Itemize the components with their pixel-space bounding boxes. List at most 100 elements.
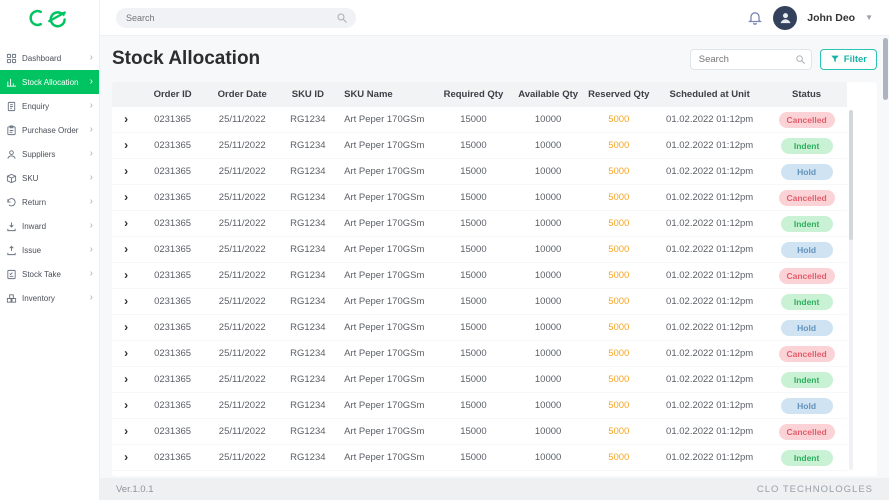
sku-name-cell: Art Peper 170GSm	[336, 392, 436, 419]
row-expand-icon[interactable]: ›	[124, 451, 128, 463]
available-qty-cell: 10000	[511, 262, 585, 289]
company-name: CLO TECHNOLOGLES	[756, 483, 873, 495]
row-expand-icon[interactable]: ›	[124, 373, 128, 385]
row-expand-icon[interactable]: ›	[124, 165, 128, 177]
order-id-cell: 0231365	[140, 184, 205, 211]
dashboard-icon	[6, 52, 18, 64]
required-qty-cell: 15000	[435, 262, 512, 289]
order-id-cell: 0231365	[140, 340, 205, 367]
row-expand-icon[interactable]: ›	[124, 113, 128, 125]
order-date-cell: 25/11/2022	[204, 210, 280, 237]
sidebar-item-stock-allocation[interactable]: Stock Allocation ›	[0, 70, 99, 94]
scheduled-at-unit-cell: 01.02.2022 01:12pm	[653, 288, 767, 315]
order-date-cell: 25/11/2022	[204, 444, 280, 471]
table-scrollbar[interactable]	[849, 110, 853, 470]
status-badge: Hold	[780, 397, 833, 414]
chevron-right-icon: ›	[89, 76, 93, 87]
filter-button-label: Filter	[843, 53, 867, 65]
purchase-order-icon	[6, 124, 18, 136]
available-qty-cell: 10000	[511, 132, 585, 159]
table-header-row: Order ID Order Date SKU ID SKU Name Required…	[112, 82, 847, 107]
available-qty-cell: 10000	[511, 340, 585, 367]
row-expand-icon[interactable]: ›	[124, 217, 128, 229]
table-row: › 023136525/11/2022RG1234Art Peper 170GSm…	[112, 107, 847, 133]
sidebar-item-dashboard[interactable]: Dashboard ›	[0, 46, 99, 70]
required-qty-cell: 15000	[435, 418, 512, 445]
sidebar-item-label: Dashboard	[22, 53, 62, 63]
reserved-qty-cell: 5000	[584, 236, 654, 263]
sku-name-cell: Art Peper 170GSm	[336, 132, 436, 159]
sidebar-item-stock-take[interactable]: Stock Take ›	[0, 262, 99, 286]
row-expand-icon[interactable]: ›	[124, 321, 128, 333]
order-id-cell: 0231365	[140, 210, 205, 237]
user-avatar[interactable]	[773, 5, 798, 30]
sidebar-item-inventory[interactable]: Inventory ›	[0, 286, 99, 310]
sku-name-cell: Art Peper 170GSm	[336, 470, 436, 476]
required-qty-cell: 15000	[435, 470, 512, 476]
table-scrollbar-thumb[interactable]	[849, 110, 853, 240]
notification-bell-icon[interactable]	[747, 9, 763, 26]
sku-id-cell: RG1234	[279, 210, 337, 237]
sidebar-item-label: Stock Take	[22, 269, 61, 279]
stock-allocation-table-card: Order ID Order Date SKU ID SKU Name Required…	[112, 82, 877, 476]
main-column: John Deo ▼ Stock Allocation Filter	[100, 0, 889, 500]
required-qty-cell: 15000	[435, 392, 512, 419]
app-window: Dashboard › Stock Allocation › Enquiry › Purch…	[0, 0, 889, 500]
table-row: › 023136525/11/2022RG1234Art Peper 170GSm…	[112, 314, 847, 341]
stock-allocation-table: Order ID Order Date SKU ID SKU Name Required…	[112, 82, 847, 476]
chevron-right-icon: ›	[89, 268, 93, 279]
sidebar-item-suppliers[interactable]: Suppliers ›	[0, 142, 99, 166]
row-expand-icon[interactable]: ›	[124, 269, 128, 281]
row-expand-icon[interactable]: ›	[124, 243, 128, 255]
order-date-cell: 25/11/2022	[204, 262, 280, 289]
sidebar-item-enquiry[interactable]: Enquiry ›	[0, 94, 99, 118]
row-expand-icon[interactable]: ›	[124, 347, 128, 359]
column-header: Available Qty	[511, 82, 585, 107]
row-expand-icon[interactable]: ›	[124, 191, 128, 203]
scheduled-at-unit-cell: 01.02.2022 01:12pm	[653, 236, 767, 263]
search-icon	[796, 54, 805, 64]
topbar-search-input[interactable]	[116, 7, 356, 28]
column-header: Order Date	[204, 82, 280, 107]
required-qty-cell: 15000	[435, 184, 512, 211]
sidebar-item-issue[interactable]: Issue ›	[0, 238, 99, 262]
sku-icon	[6, 172, 18, 184]
order-date-cell: 25/11/2022	[204, 158, 280, 185]
brand-logo[interactable]	[0, 0, 99, 36]
order-date-cell: 25/11/2022	[204, 314, 280, 341]
column-header: Order ID	[140, 82, 205, 107]
row-expand-icon[interactable]: ›	[124, 399, 128, 411]
scheduled-at-unit-cell: 01.02.2022 01:12pm	[653, 262, 767, 289]
available-qty-cell: 10000	[511, 366, 585, 393]
user-menu-chevron-icon[interactable]: ▼	[865, 13, 873, 22]
status-badge: Indent	[780, 371, 833, 388]
reserved-qty-cell: 5000	[584, 132, 654, 159]
filter-button[interactable]: Filter	[819, 48, 877, 70]
scheduled-at-unit-cell: 01.02.2022 01:12pm	[653, 107, 767, 133]
row-expand-icon[interactable]: ›	[124, 139, 128, 151]
table-search-input[interactable]	[689, 48, 812, 70]
sidebar-item-sku[interactable]: SKU ›	[0, 166, 99, 190]
inward-icon	[6, 220, 18, 232]
required-qty-cell: 15000	[435, 210, 512, 237]
page-scrollbar-thumb[interactable]	[883, 38, 888, 100]
sku-id-cell: RG1234	[279, 340, 337, 367]
row-expand-icon[interactable]: ›	[124, 295, 128, 307]
sidebar-item-label: Suppliers	[22, 149, 56, 159]
sidebar-item-return[interactable]: Return ›	[0, 190, 99, 214]
available-qty-cell: 10000	[511, 314, 585, 341]
page-header-actions: Filter	[689, 48, 877, 70]
scheduled-at-unit-cell: 01.02.2022 01:12pm	[653, 444, 767, 471]
chevron-right-icon: ›	[89, 244, 93, 255]
expand-column-header	[112, 82, 141, 107]
return-icon	[6, 196, 18, 208]
sidebar-item-label: Inward	[22, 221, 47, 231]
table-row: › 023136525/11/2022RG1234Art Peper 170GSm…	[112, 158, 847, 185]
sku-id-cell: RG1234	[279, 392, 337, 419]
sidebar-item-purchase-order[interactable]: Purchase Order ›	[0, 118, 99, 142]
row-expand-icon[interactable]: ›	[124, 425, 128, 437]
order-id-cell: 0231365	[140, 288, 205, 315]
sku-id-cell: RG1234	[279, 236, 337, 263]
table-body: › 0231365 25/11/2022 RG1234 Art Peper 170GSm…	[112, 107, 847, 476]
sidebar-item-inward[interactable]: Inward ›	[0, 214, 99, 238]
